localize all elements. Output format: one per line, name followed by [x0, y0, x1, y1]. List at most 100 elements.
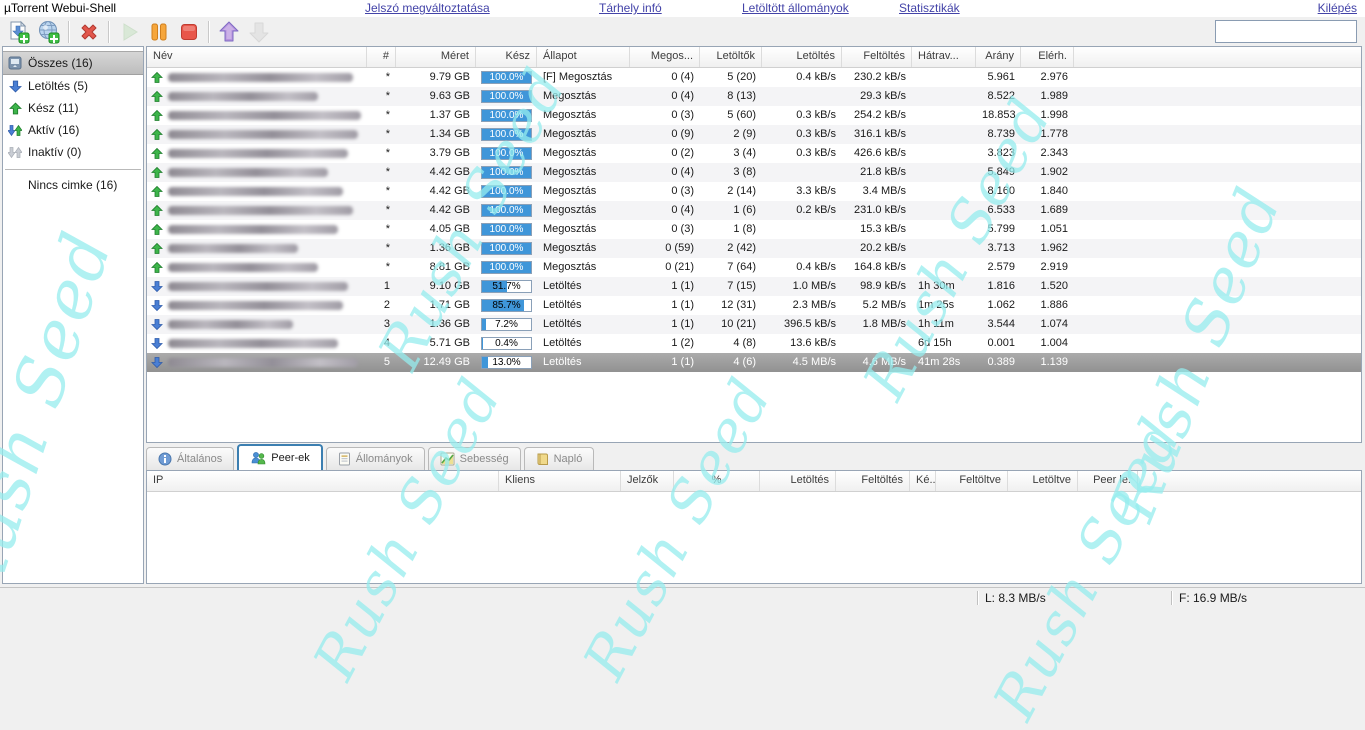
column-header-filler: [1074, 47, 1361, 67]
availability-cell: 1.886: [1021, 296, 1074, 315]
ratio-cell: 5.961: [976, 68, 1021, 87]
completed-icon: [7, 102, 23, 115]
sidebar-item-active[interactable]: Aktív (16): [3, 119, 143, 141]
change-password-link[interactable]: Jelszó megváltoztatása: [365, 1, 490, 15]
torrent-row[interactable]: 31.36 GB7.2%Letöltés1 (1)10 (21)396.5 kB…: [147, 315, 1361, 334]
tab-general[interactable]: Általános: [146, 447, 234, 470]
torrent-row[interactable]: *9.63 GB100.0%Megosztás0 (4)8 (13)29.3 k…: [147, 87, 1361, 106]
progress-cell: 13.0%: [476, 353, 537, 372]
column-header-ul[interactable]: Feltöltés: [836, 471, 910, 491]
column-header-name[interactable]: Név: [147, 47, 367, 67]
peers-cell: 2 (42): [700, 239, 762, 258]
column-header-uploaded[interactable]: Feltöltve: [936, 471, 1008, 491]
peers-cell: 4 (8): [700, 334, 762, 353]
column-header-req[interactable]: Ké...: [910, 471, 936, 491]
column-header-downloaded[interactable]: Letöltve: [1008, 471, 1078, 491]
stop-button[interactable]: [175, 19, 203, 45]
seeds-cell: 1 (2): [630, 334, 700, 353]
move-up-queue-button[interactable]: [215, 19, 243, 45]
column-header-peers[interactable]: Letöltők: [700, 47, 762, 67]
column-header-done[interactable]: Kész: [476, 47, 537, 67]
torrent-row[interactable]: *3.79 GB100.0%Megosztás0 (2)3 (4)0.3 kB/…: [147, 144, 1361, 163]
queue-number-cell: 2: [367, 296, 396, 315]
column-header-size[interactable]: Méret: [396, 47, 476, 67]
torrent-row[interactable]: 21.71 GB85.7%Letöltés1 (1)12 (31)2.3 MB/…: [147, 296, 1361, 315]
column-header-dl[interactable]: Letöltés: [762, 47, 842, 67]
torrent-row[interactable]: *4.42 GB100.0%Megosztás0 (4)1 (6)0.2 kB/…: [147, 201, 1361, 220]
seeds-cell: 0 (4): [630, 87, 700, 106]
column-header-eta[interactable]: Hátrav...: [912, 47, 976, 67]
torrent-row[interactable]: *1.36 GB100.0%Megosztás0 (59)2 (42)20.2 …: [147, 239, 1361, 258]
peers-icon: [250, 451, 266, 465]
progress-cell: 51.7%: [476, 277, 537, 296]
sidebar-item-no-label[interactable]: Nincs cimke (16): [3, 174, 143, 196]
progress-percent-label: 100.0%: [482, 167, 531, 179]
upload-speed-cell: 98.9 kB/s: [842, 277, 912, 296]
add-torrent-url-button[interactable]: [35, 19, 63, 45]
tab-label: Sebesség: [460, 453, 509, 465]
torrent-row[interactable]: 45.71 GB0.4%Letöltés1 (2)4 (8)13.6 kB/s6…: [147, 334, 1361, 353]
status-cell: Megosztás: [537, 163, 630, 182]
downloaded-files-link[interactable]: Letöltött állományok: [742, 1, 849, 15]
column-header-ratio[interactable]: Arány: [976, 47, 1021, 67]
torrent-row[interactable]: *4.05 GB100.0%Megosztás0 (3)1 (8)15.3 kB…: [147, 220, 1361, 239]
torrent-row[interactable]: *4.42 GB100.0%Megosztás0 (3)2 (14)3.3 kB…: [147, 182, 1361, 201]
torrent-row[interactable]: *8.81 GB100.0%Megosztás0 (21)7 (64)0.4 k…: [147, 258, 1361, 277]
column-header-peerdl[interactable]: Peer le.: [1078, 471, 1138, 491]
column-header-flags[interactable]: Jelzők: [621, 471, 674, 491]
progress-bar: 100.0%: [481, 261, 532, 274]
progress-cell: 100.0%: [476, 163, 537, 182]
add-torrent-file-button[interactable]: [5, 19, 33, 45]
eta-cell: 1h 11m: [912, 315, 976, 334]
torrent-name-cell: [147, 239, 367, 258]
torrent-row[interactable]: 512.49 GB13.0%Letöltés1 (1)4 (6)4.5 MB/s…: [147, 353, 1361, 372]
search-input[interactable]: [1216, 24, 1365, 39]
start-button[interactable]: [115, 19, 143, 45]
column-header-seeds[interactable]: Megos...: [630, 47, 700, 67]
remove-torrent-button[interactable]: [75, 19, 103, 45]
peers-cell: 3 (8): [700, 163, 762, 182]
tab-speed[interactable]: Sebesség: [428, 447, 521, 470]
torrent-row[interactable]: *1.34 GB100.0%Megosztás0 (9)2 (9)0.3 kB/…: [147, 125, 1361, 144]
column-header-status[interactable]: Állapot: [537, 47, 630, 67]
tab-peers[interactable]: Peer-ek: [237, 444, 323, 470]
eta-cell: [912, 68, 976, 87]
column-header-avail[interactable]: Elérh.: [1021, 47, 1074, 67]
sidebar-item-inactive[interactable]: Inaktív (0): [3, 141, 143, 163]
column-header-ip[interactable]: IP: [147, 471, 499, 491]
torrent-name-cell: [147, 296, 367, 315]
sidebar-item-downloading[interactable]: Letöltés (5): [3, 75, 143, 97]
torrent-row[interactable]: 19.10 GB51.7%Letöltés1 (1)7 (15)1.0 MB/s…: [147, 277, 1361, 296]
tab-files[interactable]: Állományok: [326, 447, 425, 470]
availability-cell: 1.902: [1021, 163, 1074, 182]
pause-button[interactable]: [145, 19, 173, 45]
torrent-row[interactable]: *4.42 GB100.0%Megosztás0 (4)3 (8)21.8 kB…: [147, 163, 1361, 182]
progress-cell: 7.2%: [476, 315, 537, 334]
download-speed-cell: 4.5 MB/s: [762, 353, 842, 372]
column-header-percent[interactable]: %: [674, 471, 760, 491]
sidebar-item-all[interactable]: Összes (16): [3, 51, 143, 75]
tab-log[interactable]: Napló: [524, 447, 595, 470]
move-down-queue-button[interactable]: [245, 19, 273, 45]
column-header-ul[interactable]: Feltöltés: [842, 47, 912, 67]
download-speed-cell: 1.0 MB/s: [762, 277, 842, 296]
sidebar-item-completed[interactable]: Kész (11): [3, 97, 143, 119]
ratio-cell: 3.713: [976, 239, 1021, 258]
column-header-num[interactable]: #: [367, 47, 396, 67]
upload-speed-cell: 1.8 MB/s: [842, 315, 912, 334]
torrent-row[interactable]: *1.37 GB100.0%Megosztás0 (3)5 (60)0.3 kB…: [147, 106, 1361, 125]
upload-speed-cell: 316.1 kB/s: [842, 125, 912, 144]
column-header-dl[interactable]: Letöltés: [760, 471, 836, 491]
statistics-link[interactable]: Statisztikák: [899, 1, 960, 15]
disk-space-info-link[interactable]: Tárhely infó: [599, 1, 662, 15]
download-speed-cell: 0.3 kB/s: [762, 106, 842, 125]
torrent-row[interactable]: *9.79 GB100.0%[F] Megosztás0 (4)5 (20)0.…: [147, 68, 1361, 87]
column-header-client[interactable]: Kliens: [499, 471, 621, 491]
exit-link[interactable]: Kilépés: [1318, 1, 1357, 15]
tab-label: Peer-ek: [271, 452, 310, 464]
seeds-cell: 0 (4): [630, 201, 700, 220]
size-cell: 8.81 GB: [396, 258, 476, 277]
download-speed-cell: 13.6 kB/s: [762, 334, 842, 353]
toolbar-separator: [108, 21, 110, 43]
availability-cell: 1.989: [1021, 87, 1074, 106]
